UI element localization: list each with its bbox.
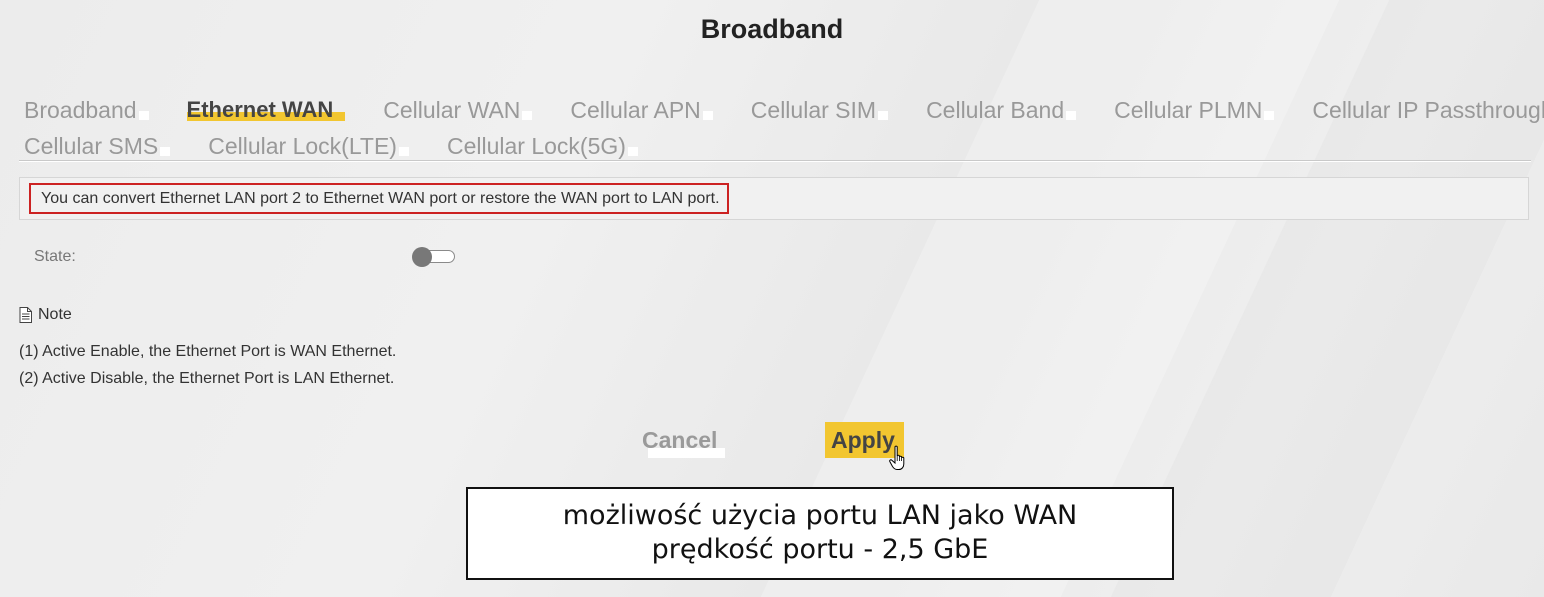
tab-label: Broadband bbox=[24, 97, 137, 123]
cancel-button[interactable]: Cancel bbox=[640, 424, 726, 458]
tab-broadband[interactable]: Broadband bbox=[24, 96, 149, 124]
tab-label: Cellular IP Passthrough bbox=[1312, 97, 1544, 123]
callout-box: możliwość użycia portu LAN jako WAN pręd… bbox=[466, 487, 1174, 580]
tab-cellular-sms[interactable]: Cellular SMS bbox=[24, 132, 171, 160]
tab-bar: Broadband Ethernet WAN Cellular WAN Cell… bbox=[24, 96, 1544, 168]
tab-label: Cellular SIM bbox=[750, 97, 877, 123]
tab-row-2: Cellular SMS Cellular Lock(LTE) Cellular… bbox=[24, 132, 1524, 168]
tab-label: Cellular SMS bbox=[24, 133, 159, 159]
document-icon bbox=[19, 307, 32, 323]
tab-label: Cellular Lock(LTE) bbox=[208, 133, 397, 159]
page-title: Broadband bbox=[700, 14, 844, 44]
state-toggle[interactable] bbox=[412, 247, 456, 267]
tab-label: Cellular WAN bbox=[383, 97, 521, 123]
tab-cellular-apn[interactable]: Cellular APN bbox=[570, 96, 714, 124]
note-line: (1) Active Enable, the Ethernet Port is … bbox=[19, 343, 397, 360]
callout-line: możliwość użycia portu LAN jako WAN bbox=[562, 500, 1078, 531]
tab-label: Ethernet WAN bbox=[186, 97, 334, 122]
tab-cellular-sim[interactable]: Cellular SIM bbox=[750, 96, 889, 124]
tab-cellular-wan[interactable]: Cellular WAN bbox=[383, 96, 533, 124]
info-bar: You can convert Ethernet LAN port 2 to E… bbox=[19, 177, 1529, 220]
note-title: Note bbox=[38, 306, 72, 323]
background-stripe bbox=[1111, 0, 1544, 597]
tab-cellular-band[interactable]: Cellular Band bbox=[926, 96, 1077, 124]
tab-cellular-lock-lte[interactable]: Cellular Lock(LTE) bbox=[208, 132, 409, 160]
state-label: State: bbox=[34, 248, 76, 265]
tab-label: Cellular PLMN bbox=[1114, 97, 1263, 123]
tab-cellular-lock-5g[interactable]: Cellular Lock(5G) bbox=[447, 132, 638, 160]
note-header: Note bbox=[19, 306, 72, 324]
toggle-knob bbox=[412, 247, 432, 267]
tab-label: Cellular Band bbox=[926, 97, 1065, 123]
tab-cellular-plmn[interactable]: Cellular PLMN bbox=[1114, 96, 1275, 124]
callout-line: prędkość portu - 2,5 GbE bbox=[651, 534, 989, 565]
tab-cellular-ip-passthrough[interactable]: Cellular IP Passthrough bbox=[1312, 96, 1544, 124]
tab-label: Cellular APN bbox=[570, 97, 701, 123]
tab-row-1: Broadband Ethernet WAN Cellular WAN Cell… bbox=[24, 96, 1544, 132]
tab-ethernet-wan[interactable]: Ethernet WAN bbox=[186, 96, 346, 124]
hand-pointer-icon bbox=[889, 445, 905, 470]
note-line: (2) Active Disable, the Ethernet Port is… bbox=[19, 370, 395, 387]
tab-label: Cellular Lock(5G) bbox=[446, 133, 626, 159]
tabs-divider bbox=[19, 160, 1531, 162]
info-message: You can convert Ethernet LAN port 2 to E… bbox=[29, 183, 729, 214]
